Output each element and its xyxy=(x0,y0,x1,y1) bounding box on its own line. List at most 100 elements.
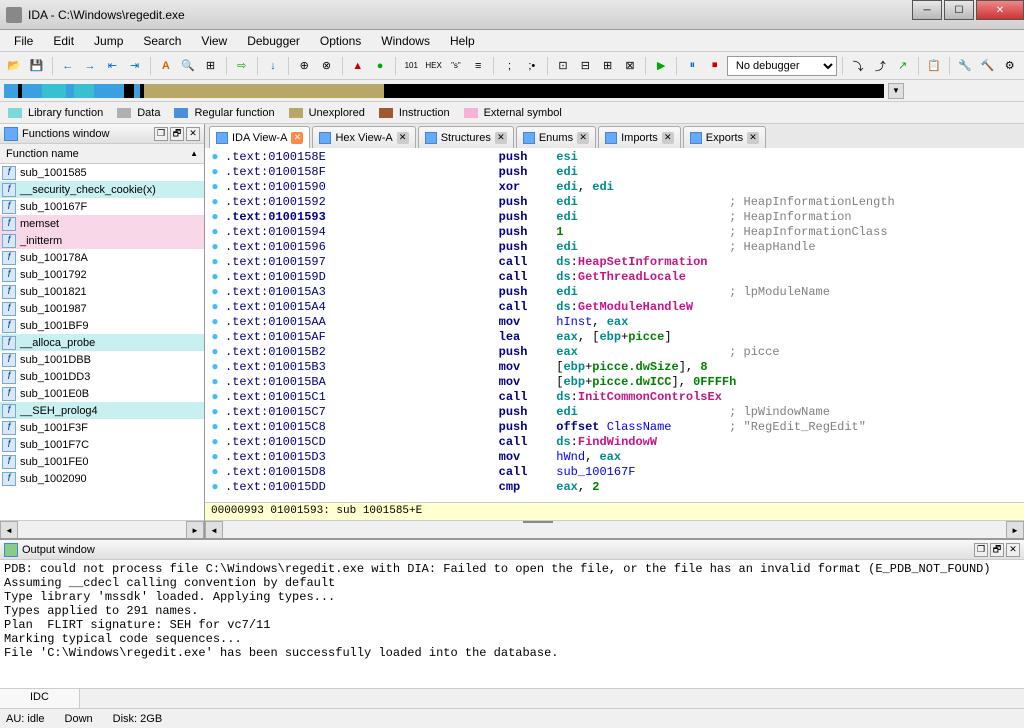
output-content[interactable]: PDB: could not process file C:\Windows\r… xyxy=(0,560,1024,688)
tab-close-icon[interactable]: ✕ xyxy=(495,132,507,144)
disasm-line[interactable]: ●.text:010015CD call ds:FindWindowW xyxy=(205,435,1024,450)
tab-structures[interactable]: Structures✕ xyxy=(418,126,514,148)
debugger-combo[interactable]: No debugger xyxy=(727,56,837,76)
comment-icon[interactable]: ; xyxy=(499,55,519,77)
breakpoint-dot-icon[interactable]: ● xyxy=(205,375,225,390)
breakpoint-dot-icon[interactable]: ● xyxy=(205,210,225,225)
function-item[interactable]: fsub_1001792 xyxy=(0,266,204,283)
save-icon[interactable]: 💾 xyxy=(26,55,46,77)
disasm-line[interactable]: ●.text:0100159D call ds:GetThreadLocale xyxy=(205,270,1024,285)
disasm-line[interactable]: ●.text:010015AF lea eax, [ebp+picce] xyxy=(205,330,1024,345)
functions-hscrollbar[interactable]: ◄ ► xyxy=(0,520,204,538)
disasm-line[interactable]: ●.text:010015C8 push offset ClassName ; … xyxy=(205,420,1024,435)
tab-close-icon[interactable]: ✕ xyxy=(577,132,589,144)
function-item[interactable]: fsub_1001BF9 xyxy=(0,317,204,334)
breakpoint-dot-icon[interactable]: ● xyxy=(205,480,225,495)
breakpoint-dot-icon[interactable]: ● xyxy=(205,390,225,405)
function-item[interactable]: f__SEH_prolog4 xyxy=(0,402,204,419)
hex-icon[interactable]: 101 xyxy=(401,55,421,77)
asm-icon[interactable]: ≡ xyxy=(468,55,488,77)
breakpoint-dot-icon[interactable]: ● xyxy=(205,255,225,270)
disassembly-hscrollbar[interactable]: ◄ ► xyxy=(205,520,1024,538)
graph4-icon[interactable]: ⊠ xyxy=(620,55,640,77)
function-item[interactable]: fsub_1001821 xyxy=(0,283,204,300)
panel-restore-button[interactable]: ❐ xyxy=(154,127,168,141)
tab-close-icon[interactable]: ✕ xyxy=(662,132,674,144)
disasm-line[interactable]: ●.text:010015B2 push eax ; picce xyxy=(205,345,1024,360)
breakpoint-dot-icon[interactable]: ● xyxy=(205,300,225,315)
menu-debugger[interactable]: Debugger xyxy=(237,31,310,51)
back2-icon[interactable]: ⇤ xyxy=(102,55,122,77)
panel-restore-button[interactable]: ❐ xyxy=(974,543,988,557)
disasm-line[interactable]: ●.text:010015DD cmp eax, 2 xyxy=(205,480,1024,495)
scroll-right-icon[interactable]: ► xyxy=(186,521,204,538)
tab-ida-view-a[interactable]: IDA View-A✕ xyxy=(209,126,310,148)
tab-close-icon[interactable]: ✕ xyxy=(397,132,409,144)
nav-dropdown-icon[interactable]: ▼ xyxy=(888,83,904,99)
menu-help[interactable]: Help xyxy=(440,31,485,51)
forward2-icon[interactable]: ⇥ xyxy=(124,55,144,77)
disasm-line[interactable]: ●.text:010015D8 call sub_100167F xyxy=(205,465,1024,480)
disasm-line[interactable]: ●.text:010015B3 mov [ebp+picce.dwSize], … xyxy=(205,360,1024,375)
disasm-line[interactable]: ●.text:0100158E push esi xyxy=(205,150,1024,165)
breakpoint-dot-icon[interactable]: ● xyxy=(205,240,225,255)
bp-list-icon[interactable]: 📋 xyxy=(924,55,944,77)
green-arrow-icon[interactable]: ⇨ xyxy=(232,55,252,77)
comment2-icon[interactable]: ;• xyxy=(522,55,542,77)
breakpoint-dot-icon[interactable]: ● xyxy=(205,225,225,240)
functions-column-header[interactable]: Function name ▲ xyxy=(0,144,204,164)
disasm-line[interactable]: ●.text:01001592 push edi ; HeapInformati… xyxy=(205,195,1024,210)
cross-ref2-icon[interactable]: ⊗ xyxy=(316,55,336,77)
disasm-line[interactable]: ●.text:01001590 xor edi, edi xyxy=(205,180,1024,195)
panel-float-button[interactable]: 🗗 xyxy=(990,543,1004,557)
function-item[interactable]: fsub_1001FE0 xyxy=(0,453,204,470)
disasm-line[interactable]: ●.text:0100158F push edi xyxy=(205,165,1024,180)
pause-icon[interactable]: ⏸ xyxy=(682,55,702,77)
disasm-line[interactable]: ●.text:010015A3 push edi ; lpModuleName xyxy=(205,285,1024,300)
scroll-left-icon[interactable]: ◄ xyxy=(205,521,223,538)
graph3-icon[interactable]: ⊞ xyxy=(597,55,617,77)
disasm-line[interactable]: ●.text:01001597 call ds:HeapSetInformati… xyxy=(205,255,1024,270)
function-item[interactable]: fsub_1001F3F xyxy=(0,419,204,436)
maximize-button[interactable]: ☐ xyxy=(944,0,974,20)
tab-exports[interactable]: Exports✕ xyxy=(683,126,766,148)
minimize-button[interactable]: ─ xyxy=(912,0,942,20)
disasm-line[interactable]: ●.text:010015AA mov hInst, eax xyxy=(205,315,1024,330)
step3-icon[interactable]: ↗ xyxy=(892,55,912,77)
disassembly-view[interactable]: ●.text:0100158E push esi●.text:0100158F … xyxy=(205,148,1024,502)
menu-jump[interactable]: Jump xyxy=(84,31,133,51)
tool3-icon[interactable]: ⚙ xyxy=(1000,55,1020,77)
nav-band[interactable]: ▼ xyxy=(0,80,1024,102)
stop-icon[interactable]: ▲ xyxy=(348,55,368,77)
menu-windows[interactable]: Windows xyxy=(371,31,440,51)
graph-icon[interactable]: ⊡ xyxy=(553,55,573,77)
function-item[interactable]: f__alloca_probe xyxy=(0,334,204,351)
function-item[interactable]: f__security_check_cookie(x) xyxy=(0,181,204,198)
functions-list[interactable]: fsub_1001585f__security_check_cookie(x)f… xyxy=(0,164,204,520)
function-item[interactable]: fsub_1001987 xyxy=(0,300,204,317)
menu-file[interactable]: File xyxy=(4,31,43,51)
down-arrow-icon[interactable]: ↓ xyxy=(263,55,283,77)
scroll-right-icon[interactable]: ► xyxy=(1006,521,1024,538)
close-button[interactable]: ✕ xyxy=(976,0,1024,20)
panel-float-button[interactable]: 🗗 xyxy=(170,127,184,141)
function-item[interactable]: fsub_1001DBB xyxy=(0,351,204,368)
menu-search[interactable]: Search xyxy=(133,31,191,51)
breakpoint-icon[interactable]: ● xyxy=(370,55,390,77)
function-item[interactable]: fsub_1001E0B xyxy=(0,385,204,402)
menu-view[interactable]: View xyxy=(191,31,237,51)
function-item[interactable]: fsub_100167F xyxy=(0,198,204,215)
breakpoint-dot-icon[interactable]: ● xyxy=(205,165,225,180)
function-item[interactable]: fsub_1001585 xyxy=(0,164,204,181)
breakpoint-dot-icon[interactable]: ● xyxy=(205,270,225,285)
breakpoint-dot-icon[interactable]: ● xyxy=(205,315,225,330)
stop2-icon[interactable]: ⏹ xyxy=(705,55,725,77)
tab-imports[interactable]: Imports✕ xyxy=(598,126,681,148)
tab-hex-view-a[interactable]: Hex View-A✕ xyxy=(312,126,415,148)
function-item[interactable]: f_initterm xyxy=(0,232,204,249)
function-item[interactable]: fsub_1001F7C xyxy=(0,436,204,453)
tab-close-icon[interactable]: ✕ xyxy=(747,132,759,144)
function-item[interactable]: fsub_1001DD3 xyxy=(0,368,204,385)
function-item[interactable]: fsub_1002090 xyxy=(0,470,204,487)
step-icon[interactable]: ⤵ xyxy=(848,55,868,77)
